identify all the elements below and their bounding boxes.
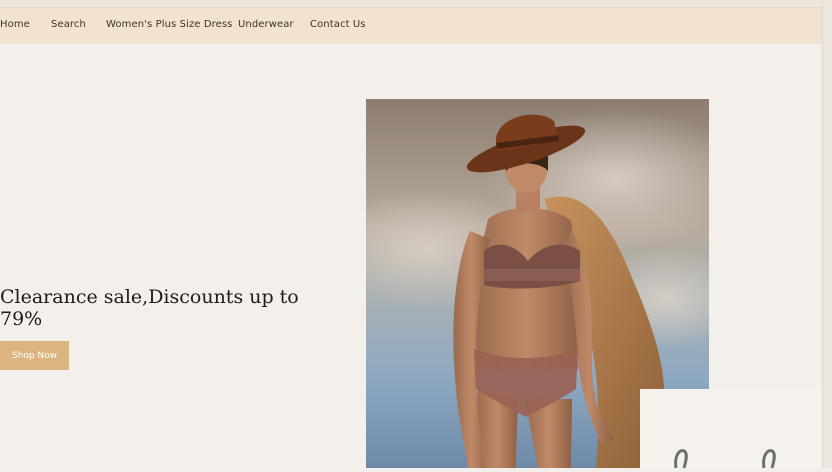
nav-item-womens-plus-size-dress[interactable]: Women's Plus Size Dress	[106, 19, 233, 30]
shop-now-button[interactable]: Shop Now	[0, 341, 69, 370]
nav-item-contact-us[interactable]: Contact Us	[310, 19, 366, 30]
scrollbar-track[interactable]	[822, 0, 832, 468]
hero-headline: Clearance sale,Discounts up to 79%	[0, 286, 299, 330]
product-preview-card[interactable]	[640, 389, 822, 469]
nav-item-home[interactable]: Home	[0, 19, 30, 30]
nav-item-underwear[interactable]: Underwear	[238, 19, 294, 30]
nav-item-search[interactable]: Search	[51, 19, 86, 30]
top-strip	[0, 0, 832, 8]
main-nav: Home Search Women's Plus Size Dress Unde…	[0, 8, 832, 44]
